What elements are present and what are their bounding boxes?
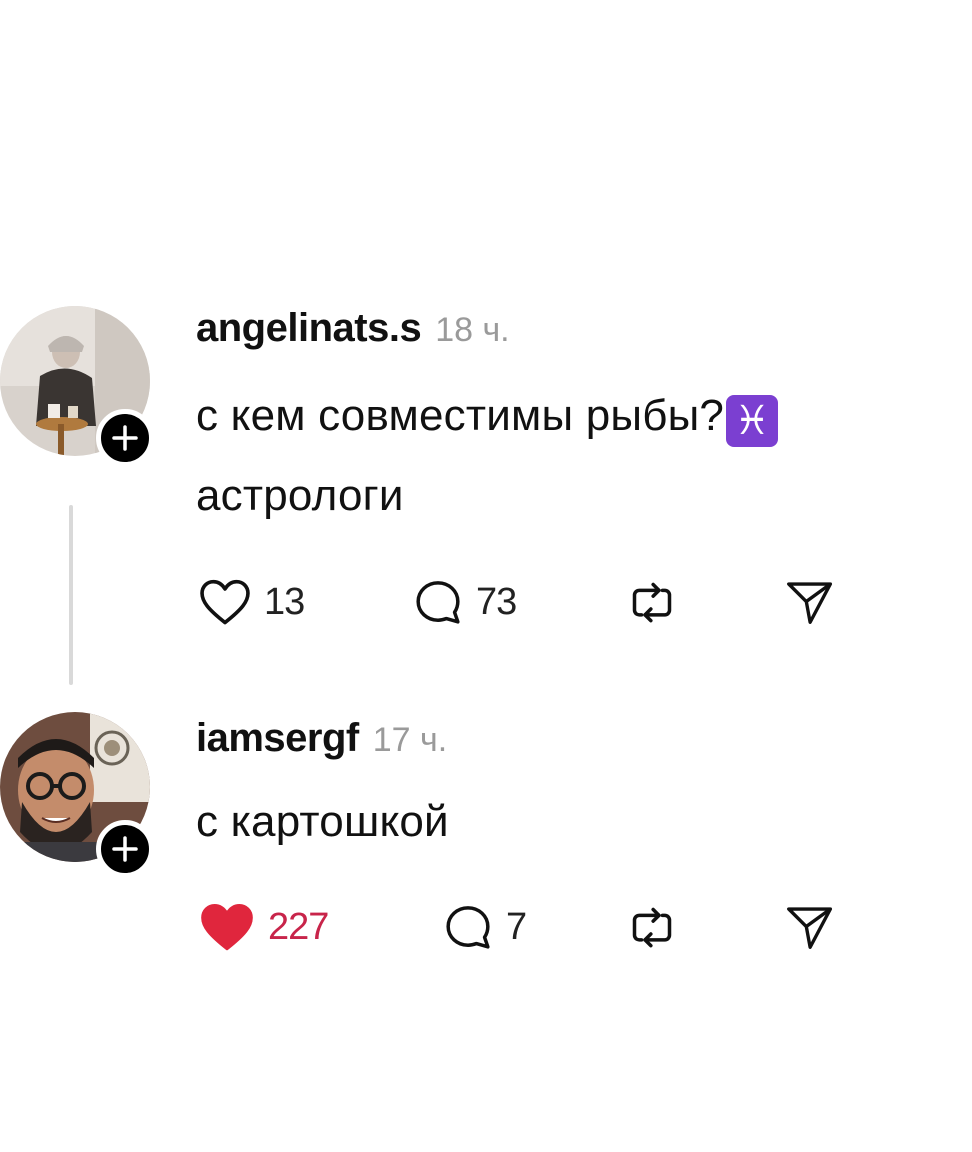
follow-button-iamsergf[interactable] [96,820,154,878]
reply-count: 7 [506,905,527,948]
send-icon [787,907,833,949]
share-button[interactable] [782,895,836,959]
comment-header: iamsergf 17 ч. [196,716,447,761]
timestamp: 17 ч. [372,721,448,759]
repost-icon [632,907,672,948]
heart-icon [201,904,253,951]
comment-text: с картошкой [196,782,449,862]
plus-icon [112,836,138,862]
action-bar: 227 7 [196,895,856,959]
reply-button[interactable]: 7 [440,895,527,959]
like-count: 227 [268,905,329,948]
comment-text-line-1: с картошкой [196,797,449,846]
comment-bubble-icon [446,906,490,949]
username[interactable]: iamsergf [196,716,359,761]
like-button[interactable]: 227 [196,895,329,959]
comment-iamsergf: iamsergf 17 ч. с картошкой 227 7 [0,0,972,1152]
repost-button[interactable] [624,895,680,959]
